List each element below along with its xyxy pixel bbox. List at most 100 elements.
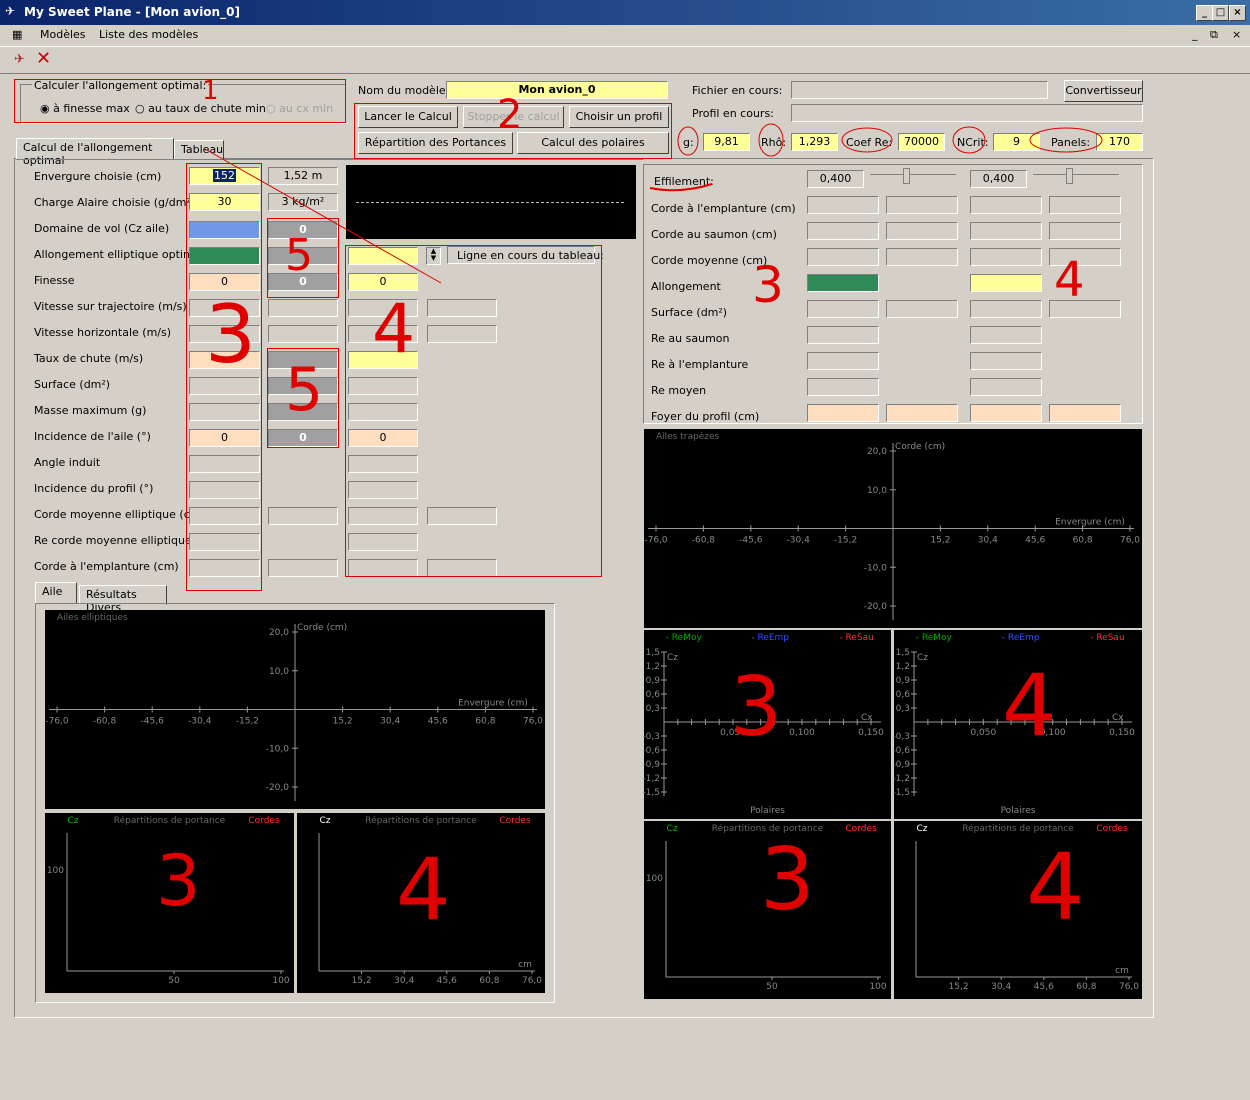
rep-x-tick-label: 30,4 xyxy=(991,982,1011,992)
annotation-3-left: 3 xyxy=(205,288,256,381)
polar-y-tick-label: -0,9 xyxy=(642,760,660,770)
annotation-4-right: 4 xyxy=(1054,252,1085,308)
polar-y-tick-label: -0,3 xyxy=(642,732,660,742)
x-axis-label: Envergure (cm) xyxy=(1055,518,1125,528)
polar-x-tick-label: 0,050 xyxy=(970,728,996,738)
rep-x-tick-label: 30,4 xyxy=(394,976,414,986)
x-tick-label: 60,8 xyxy=(475,717,495,727)
polar-y-tick-label: -1,5 xyxy=(892,788,910,798)
annotation-5a: 5 xyxy=(285,230,313,281)
x-tick-label: 76,0 xyxy=(1120,536,1140,546)
rep-cordes-label: Cordes xyxy=(499,816,531,826)
polar-y-tick-label: -1,2 xyxy=(892,774,910,784)
x-tick-label: 76,0 xyxy=(523,717,543,727)
rep-x-tick-label: 45,6 xyxy=(437,976,457,986)
polar-y-tick-label: 1,5 xyxy=(646,648,660,658)
polar-x-tick-label: 0,150 xyxy=(1109,728,1135,738)
y-tick-label: -20,0 xyxy=(864,602,888,612)
chart-title: Ailes trapèzes xyxy=(656,431,720,442)
annotation-3-right: 3 xyxy=(752,256,784,314)
rep-cm-label: cm xyxy=(1115,966,1129,976)
x-tick-label: -76,0 xyxy=(45,717,69,727)
annotation-4-rep-left: 4 xyxy=(396,840,451,940)
x-tick-label: 30,4 xyxy=(978,536,998,546)
x-tick-label: 15,2 xyxy=(333,717,353,727)
annotation-3-rep-left: 3 xyxy=(156,840,201,922)
polar-y-tick-label: -0,3 xyxy=(892,732,910,742)
annotation-4-left: 4 xyxy=(372,290,416,369)
x-tick-label: 60,8 xyxy=(1073,536,1093,546)
rep-title: Répartitions de portance xyxy=(365,815,477,826)
x-tick-label: -60,8 xyxy=(93,717,117,727)
polar-y-tick-label: -0,6 xyxy=(642,746,660,756)
x-axis-label: Envergure (cm) xyxy=(458,699,528,709)
rep-cz-label: Cz xyxy=(319,816,330,826)
x-tick-label: 45,6 xyxy=(428,717,448,727)
annotation-3-rep-right: 3 xyxy=(760,830,815,930)
rep-y-label: 100 xyxy=(646,874,663,884)
x-tick-label: 30,4 xyxy=(380,717,400,727)
polar-y-tick-label: 1,5 xyxy=(896,648,910,658)
polar-y-tick-label: 0,6 xyxy=(646,690,661,700)
rep-x-tick-label: 60,8 xyxy=(1076,982,1096,992)
rep-cordes-label: Cordes xyxy=(845,824,877,834)
polar-legend: - ReMoy xyxy=(666,633,703,643)
y-axis-label: Corde (cm) xyxy=(895,442,945,452)
polar-y-tick-label: 1,2 xyxy=(646,662,660,672)
y-tick-label: 20,0 xyxy=(867,447,887,457)
rep-x-tick-label: 76,0 xyxy=(522,976,542,986)
polar-y-tick-label: -0,6 xyxy=(892,746,910,756)
x-tick-label: -45,6 xyxy=(739,536,763,546)
x-tick-label: -30,4 xyxy=(787,536,811,546)
polar-title: Polaires xyxy=(750,806,785,816)
x-tick-label: -45,6 xyxy=(141,717,165,727)
rep-cz-label: Cz xyxy=(666,824,677,834)
polar-legend: - ReSau xyxy=(839,633,873,643)
polar-cz-label: Cz xyxy=(917,653,928,663)
rep-cm-label: cm xyxy=(518,960,532,970)
polar-title: Polaires xyxy=(1001,806,1036,816)
rep-cz-label: Cz xyxy=(67,816,78,826)
polar-y-tick-label: 0,9 xyxy=(646,676,661,686)
polar-y-tick-label: 0,3 xyxy=(896,704,910,714)
x-tick-label: -15,2 xyxy=(834,536,857,546)
annotation-1: 1 xyxy=(202,76,219,106)
x-tick-label: 45,6 xyxy=(1025,536,1045,546)
y-tick-label: 10,0 xyxy=(867,486,887,496)
polar-legend: - ReMoy xyxy=(916,633,953,643)
polar-y-tick-label: 0,9 xyxy=(896,676,911,686)
y-tick-label: -10,0 xyxy=(864,563,888,573)
x-tick-label: -15,2 xyxy=(236,717,259,727)
x-tick-label: -30,4 xyxy=(188,717,212,727)
y-tick-label: 10,0 xyxy=(269,667,289,677)
rep-y-label: 100 xyxy=(47,866,64,876)
rep-x-tick-label: 15,2 xyxy=(352,976,372,986)
polar-y-tick-label: 0,6 xyxy=(896,690,911,700)
rep-x-tick-label: 60,8 xyxy=(479,976,499,986)
polar-y-tick-label: 0,3 xyxy=(646,704,660,714)
chart-title: Ailes elliptiques xyxy=(57,613,128,623)
rep-x-tick-label: 100 xyxy=(869,982,886,992)
polar-y-tick-label: 1,2 xyxy=(896,662,910,672)
annotation-2: 2 xyxy=(497,92,523,138)
polar-y-tick-label: -0,9 xyxy=(892,760,910,770)
annotation-5b: 5 xyxy=(285,355,324,425)
rep-chart-4 xyxy=(894,821,1142,999)
rep-cordes-label: Cordes xyxy=(248,816,280,826)
polar-legend: - ReEmp xyxy=(751,633,789,643)
x-tick-label: -76,0 xyxy=(644,536,668,546)
x-tick-label: 15,2 xyxy=(930,536,950,546)
rep-x-tick-label: 45,6 xyxy=(1034,982,1054,992)
polar-legend: - ReSau xyxy=(1090,633,1124,643)
rep-cordes-label: Cordes xyxy=(1096,824,1128,834)
polar-cz-label: Cz xyxy=(667,653,678,663)
polar-legend: - ReEmp xyxy=(1002,633,1040,643)
annotation-3-polar: 3 xyxy=(730,660,783,755)
rep-cz-label: Cz xyxy=(916,824,927,834)
rep-x-tick-label: 50 xyxy=(766,982,778,992)
y-tick-label: -10,0 xyxy=(266,744,290,754)
polar-x-tick-label: 0,150 xyxy=(858,728,884,738)
y-tick-label: 20,0 xyxy=(269,628,289,638)
rep-x-tick-label: 50 xyxy=(168,976,180,986)
annotation-box-1 xyxy=(14,79,346,123)
